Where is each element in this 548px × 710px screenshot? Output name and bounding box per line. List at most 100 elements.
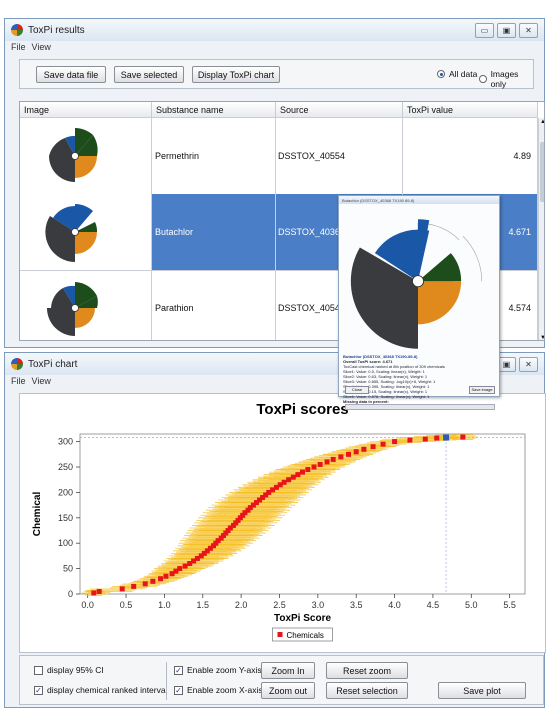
- table-scrollbar[interactable]: ▲ ▼: [538, 118, 544, 340]
- scroll-up-arrow[interactable]: ▲: [539, 118, 544, 126]
- y-tick-label: 0: [68, 589, 73, 599]
- display-toxpi-chart-button[interactable]: Display ToxPi chart: [192, 66, 280, 83]
- save-selected-button[interactable]: Save selected: [114, 66, 184, 83]
- popup-close-button[interactable]: Close: [345, 386, 369, 394]
- popup-titlebar[interactable]: Butachlor (DSSTOX_40368 TX190 89-8): [339, 196, 499, 204]
- toxpi-scores-chart[interactable]: ToxPi scores 0 50 100 150 200 250 300 0.0 0.5 1.0 1…: [20, 394, 545, 652]
- ranked-interval-checkbox[interactable]: ✓: [34, 685, 43, 695]
- images-only-radio[interactable]: [479, 75, 487, 83]
- zoom-y-label: Enable zoom Y-axis: [187, 665, 262, 675]
- substance-name: Parathion: [155, 303, 194, 313]
- data-point: [182, 563, 188, 569]
- toxpi-value: 4.671: [508, 227, 531, 237]
- data-point: [281, 479, 287, 485]
- data-point: [434, 435, 440, 441]
- x-tick-label: 2.5: [273, 600, 286, 610]
- save-data-file-button[interactable]: Save data file: [36, 66, 106, 83]
- x-tick-label: 5.0: [465, 600, 478, 610]
- zoom-y-option[interactable]: ✓ Enable zoom Y-axis: [174, 665, 262, 675]
- zoom-out-button[interactable]: Zoom out: [261, 682, 315, 699]
- ci-checkbox[interactable]: [34, 665, 43, 675]
- x-tick-label: 0.0: [81, 600, 94, 610]
- popup-missing-bar: [345, 404, 495, 410]
- source-id: DSSTOX_40368: [278, 227, 345, 237]
- data-point: [286, 477, 292, 483]
- results-titlebar[interactable]: ToxPi results: [5, 19, 544, 41]
- data-point: [317, 461, 323, 467]
- zoom-x-checkbox[interactable]: ✓: [174, 685, 183, 695]
- x-tick-label: 4.5: [427, 600, 440, 610]
- chart-window-title: ToxPi chart: [28, 358, 78, 370]
- data-point: [353, 449, 359, 455]
- reset-selection-button[interactable]: Reset selection: [326, 682, 408, 699]
- substance-cell: Butachlor: [152, 194, 276, 270]
- chart-controls: display 95% CI ✓ display chemical ranked…: [19, 655, 544, 705]
- images-only-label: Images only: [490, 69, 519, 89]
- data-point: [330, 456, 336, 462]
- toxpi-pie-image: [47, 282, 98, 336]
- zoom-x-option[interactable]: ✓ Enable zoom X-axis: [174, 685, 263, 695]
- menu-view[interactable]: View: [32, 42, 51, 52]
- images-only-option[interactable]: Images only: [479, 69, 533, 89]
- substance-name: Butachlor: [155, 227, 194, 237]
- data-point: [96, 588, 102, 594]
- ci-option[interactable]: display 95% CI: [34, 665, 104, 675]
- toxpi-value: 4.89: [513, 151, 531, 161]
- table-row[interactable]: Permethrin DSSTOX_40554 4.89: [20, 118, 538, 195]
- scroll-down-arrow[interactable]: ▼: [539, 334, 544, 340]
- data-point: [380, 441, 386, 447]
- legend-label: Chemicals: [287, 631, 324, 640]
- data-point: [295, 472, 301, 478]
- data-point: [163, 573, 169, 579]
- close-button[interactable]: ✕: [519, 23, 538, 38]
- close-button[interactable]: ✕: [519, 357, 538, 372]
- zoom-in-button[interactable]: Zoom In: [261, 662, 315, 679]
- data-point: [158, 576, 164, 582]
- minimize-button[interactable]: ▭: [475, 23, 494, 38]
- data-point: [142, 581, 148, 587]
- data-point: [422, 436, 428, 442]
- substance-cell: Permethrin: [152, 118, 276, 194]
- popup-title: Butachlor (DSSTOX_40368 TX190 89-8): [342, 197, 415, 203]
- data-point: [91, 590, 97, 596]
- data-point: [311, 464, 317, 470]
- source-cell: DSSTOX_40554: [276, 118, 403, 194]
- maximize-button[interactable]: ▣: [497, 23, 516, 38]
- all-data-radio[interactable]: [437, 70, 445, 78]
- ranked-interval-option[interactable]: ✓ display chemical ranked interval: [34, 685, 167, 695]
- menu-file[interactable]: File: [11, 42, 26, 52]
- data-point: [119, 586, 125, 592]
- results-toolbar: Save data file Save selected Display Tox…: [19, 59, 534, 89]
- y-tick-label: 200: [58, 487, 73, 497]
- toxpi-pie-image: [45, 204, 98, 262]
- data-point: [150, 578, 156, 584]
- column-header-substance[interactable]: Substance name: [152, 102, 276, 118]
- menu-file[interactable]: File: [11, 376, 26, 386]
- data-point: [305, 467, 311, 473]
- column-header-image[interactable]: Image: [20, 102, 152, 118]
- y-tick-label: 250: [58, 462, 73, 472]
- chart-title: ToxPi scores: [256, 401, 348, 418]
- data-point: [346, 451, 352, 457]
- toxpi-detail-popup: Butachlor (DSSTOX_40368 TX190 89-8) Buta…: [338, 195, 500, 410]
- y-tick-label: 50: [63, 564, 73, 574]
- toxpi-pie-image: [49, 128, 98, 182]
- toxpi-app-icon: [11, 358, 23, 370]
- save-plot-button[interactable]: Save plot: [438, 682, 526, 699]
- popup-save-image-button[interactable]: Save image: [469, 386, 495, 394]
- data-point: [290, 474, 296, 480]
- menu-view[interactable]: View: [32, 376, 51, 386]
- column-header-toxpi-value[interactable]: ToxPi value: [403, 102, 538, 118]
- zoom-y-checkbox[interactable]: ✓: [174, 665, 183, 675]
- ci-label: display 95% CI: [47, 665, 104, 675]
- scroll-thumb[interactable]: [540, 142, 544, 202]
- all-data-option[interactable]: All data: [437, 69, 477, 79]
- column-header-source[interactable]: Source: [276, 102, 403, 118]
- reset-zoom-button[interactable]: Reset zoom: [326, 662, 408, 679]
- source-id: DSSTOX_40554: [278, 151, 345, 161]
- x-tick-label: 3.5: [350, 600, 363, 610]
- toxpi-app-icon: [11, 24, 23, 36]
- x-tick-label: 0.5: [120, 600, 133, 610]
- toxpi-value: 4.574: [508, 303, 531, 313]
- data-point: [392, 439, 398, 445]
